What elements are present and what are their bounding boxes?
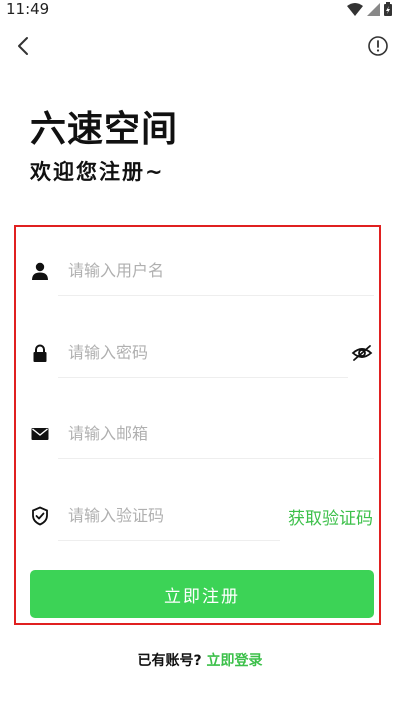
register-form: 获取验证码 立即注册 [14, 225, 381, 625]
email-row [16, 414, 379, 459]
code-underline [58, 540, 280, 541]
username-row [16, 251, 379, 296]
status-icons [347, 2, 392, 16]
lock-icon [33, 344, 47, 362]
chevron-left-icon [18, 37, 28, 55]
verification-code-input[interactable] [58, 498, 278, 532]
password-row [16, 333, 379, 378]
password-visibility-toggle[interactable] [351, 343, 373, 363]
register-button[interactable]: 立即注册 [30, 570, 374, 618]
welcome-subtitle: 欢迎您注册~ [30, 160, 165, 184]
eye-off-icon [351, 345, 373, 361]
username-input[interactable] [58, 253, 368, 287]
get-code-button[interactable]: 获取验证码 [288, 504, 373, 529]
login-prompt-text: 已有账号? [137, 653, 202, 669]
status-bar: 11:49 [0, 0, 400, 18]
back-button[interactable] [12, 34, 36, 58]
username-underline [58, 295, 374, 296]
code-row: 获取验证码 [16, 496, 379, 541]
info-button[interactable] [366, 34, 390, 58]
app-title: 六速空间 [30, 109, 179, 150]
status-time: 11:49 [6, 0, 50, 18]
wifi-icon [347, 2, 363, 16]
battery-icon [384, 2, 392, 16]
password-underline [58, 377, 348, 378]
user-icon [32, 262, 48, 280]
login-link[interactable]: 立即登录 [207, 653, 263, 669]
email-input[interactable] [58, 416, 368, 450]
register-page: 11:49 六速空间 欢迎您注册~ 请输入用户名 请输入邮箱 请输入验证码 获取… [0, 0, 400, 716]
email-underline [58, 458, 374, 459]
shield-check-icon [32, 506, 48, 526]
mail-icon [31, 428, 49, 440]
password-input[interactable] [58, 335, 348, 369]
signal-icon [367, 2, 380, 16]
info-circle-icon [368, 36, 388, 56]
login-prompt: 已有账号? 立即登录 [0, 650, 400, 670]
